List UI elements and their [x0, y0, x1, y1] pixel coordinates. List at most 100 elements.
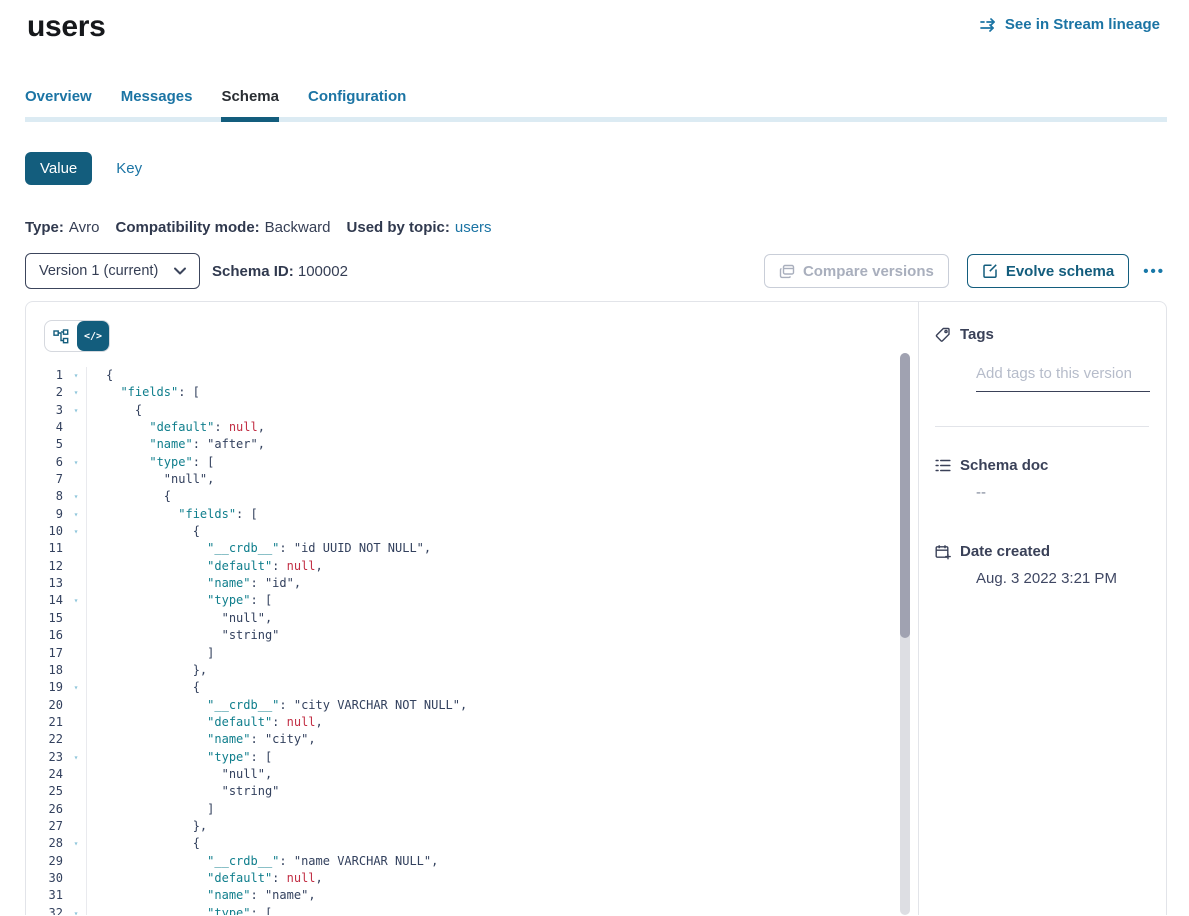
- version-select[interactable]: Version 1 (current): [25, 253, 200, 289]
- code-text: {: [106, 523, 918, 540]
- code-text: "default": null,: [106, 714, 918, 731]
- code-text: "fields": [: [106, 506, 918, 523]
- collapse-triangle-icon[interactable]: ▾: [69, 592, 83, 609]
- line-number: 1: [26, 367, 63, 384]
- schema-doc-heading: Schema doc: [960, 457, 1048, 474]
- code-lines: 1▾{2▾"fields": [3▾{4"default": null,5"na…: [26, 367, 918, 915]
- line-number: 7: [26, 471, 63, 488]
- code-text: "default": null,: [106, 558, 918, 575]
- line-number: 19: [26, 679, 63, 696]
- code-line: 19 ▾ {: [26, 679, 918, 696]
- code-text: "default": null,: [106, 870, 918, 887]
- version-actions: Compare versions Evolve schema •••: [764, 254, 1167, 288]
- line-number: 9: [26, 506, 63, 523]
- key-button[interactable]: Key: [116, 160, 142, 177]
- schema-panel: </> 1▾{2▾"fields": [3▾{4"default": null,…: [25, 301, 1167, 915]
- code-line: 2▾"fields": [: [26, 384, 918, 401]
- tag-icon: [935, 327, 951, 343]
- compatibility-value: Backward: [265, 219, 331, 236]
- tab-schema[interactable]: Schema: [221, 88, 279, 122]
- code-line: 18},: [26, 662, 918, 679]
- schema-doc-section: Schema doc: [935, 457, 1149, 474]
- tab-configuration[interactable]: Configuration: [308, 88, 406, 122]
- tab-overview[interactable]: Overview: [25, 88, 92, 122]
- code-line: 31"name": "name",: [26, 887, 918, 904]
- code-text: "type": [: [106, 592, 918, 609]
- code-line: 3▾{: [26, 402, 918, 419]
- collapse-triangle-icon[interactable]: ▾: [69, 679, 83, 696]
- line-number: 18: [26, 662, 63, 679]
- code-text: {: [106, 679, 918, 696]
- type-pair: Type: Avro: [25, 219, 99, 236]
- date-created-heading: Date created: [960, 543, 1050, 560]
- calendar-plus-icon: [935, 544, 951, 560]
- type-value: Avro: [69, 219, 100, 236]
- schema-code-pane: </> 1▾{2▾"fields": [3▾{4"default": null,…: [26, 302, 918, 915]
- code-line: 11"__crdb__": "id UUID NOT NULL",: [26, 540, 918, 557]
- code-text: "null",: [106, 610, 918, 627]
- more-options-button[interactable]: •••: [1141, 259, 1167, 284]
- evolve-schema-button[interactable]: Evolve schema: [967, 254, 1129, 288]
- chevron-down-icon: [173, 267, 187, 276]
- line-number: 5: [26, 436, 63, 453]
- date-created-section: Date created: [935, 543, 1149, 560]
- collapse-triangle-icon[interactable]: ▾: [69, 454, 83, 471]
- code-line: 28▾{: [26, 835, 918, 852]
- compare-versions-icon: [779, 264, 795, 279]
- code-text: "type": [: [106, 454, 918, 471]
- code-line: 13"name": "id",: [26, 575, 918, 592]
- tab-messages[interactable]: Messages: [121, 88, 193, 122]
- code-line: 9 ▾ "fields": [: [26, 506, 918, 523]
- collapse-triangle-icon[interactable]: ▾: [69, 905, 83, 915]
- code-line: 12"default": null,: [26, 558, 918, 575]
- collapse-triangle-icon[interactable]: ▾: [69, 402, 83, 419]
- collapse-triangle-icon[interactable]: ▾: [69, 367, 83, 384]
- code-text: "null",: [106, 471, 918, 488]
- line-number: 30: [26, 870, 63, 887]
- schema-page: users See in Stream lineage Overview Mes…: [0, 0, 1189, 916]
- code-view-button[interactable]: </>: [77, 321, 109, 351]
- used-by-topic-link[interactable]: users: [455, 219, 492, 236]
- code-text: "name": "id",: [106, 575, 918, 592]
- code-line: 1▾{: [26, 367, 918, 384]
- version-select-value: Version 1 (current): [39, 263, 158, 279]
- line-number: 2: [26, 384, 63, 401]
- collapse-triangle-icon[interactable]: ▾: [69, 488, 83, 505]
- add-tags-input[interactable]: [976, 365, 1150, 392]
- collapse-triangle-icon[interactable]: ▾: [69, 835, 83, 852]
- collapse-triangle-icon[interactable]: ▾: [69, 749, 83, 766]
- line-number: 16: [26, 627, 63, 644]
- tree-view-button[interactable]: [45, 321, 77, 351]
- collapse-triangle-icon[interactable]: ▾: [69, 523, 83, 540]
- line-number: 6: [26, 454, 63, 471]
- code-editor: 1▾{2▾"fields": [3▾{4"default": null,5"na…: [26, 367, 918, 915]
- compare-versions-button[interactable]: Compare versions: [764, 254, 949, 288]
- collapse-triangle-icon[interactable]: ▾: [69, 506, 83, 523]
- scrollbar-thumb[interactable]: [900, 353, 910, 638]
- line-number: 24: [26, 766, 63, 783]
- value-button[interactable]: Value: [25, 152, 92, 185]
- stream-lineage-link[interactable]: See in Stream lineage: [980, 16, 1160, 33]
- line-number: 26: [26, 801, 63, 818]
- stream-lineage-label: See in Stream lineage: [1005, 16, 1160, 33]
- line-number: 17: [26, 645, 63, 662]
- code-line: 20"__crdb__": "city VARCHAR NOT NULL",: [26, 697, 918, 714]
- compatibility-label: Compatibility mode:: [115, 219, 259, 236]
- code-line: 32▾"type": [: [26, 905, 918, 915]
- code-text: "name": "name",: [106, 887, 918, 904]
- compatibility-pair: Compatibility mode: Backward: [115, 219, 330, 236]
- code-text: "string": [106, 783, 918, 800]
- tags-heading: Tags: [960, 326, 994, 343]
- code-line: 15 "null",: [26, 610, 918, 627]
- type-label: Type:: [25, 219, 64, 236]
- line-number: 27: [26, 818, 63, 835]
- line-number: 15: [26, 610, 63, 627]
- view-mode-toggle: </>: [44, 320, 110, 352]
- collapse-triangle-icon[interactable]: ▾: [69, 384, 83, 401]
- vertical-scrollbar[interactable]: [900, 353, 910, 915]
- tab-bar: Overview Messages Schema Configuration: [25, 88, 1167, 122]
- code-line: 6 ▾ "type": [: [26, 454, 918, 471]
- code-text: ]: [106, 645, 918, 662]
- date-created-value: Aug. 3 2022 3:21 PM: [976, 570, 1149, 587]
- evolve-schema-icon: [982, 263, 998, 279]
